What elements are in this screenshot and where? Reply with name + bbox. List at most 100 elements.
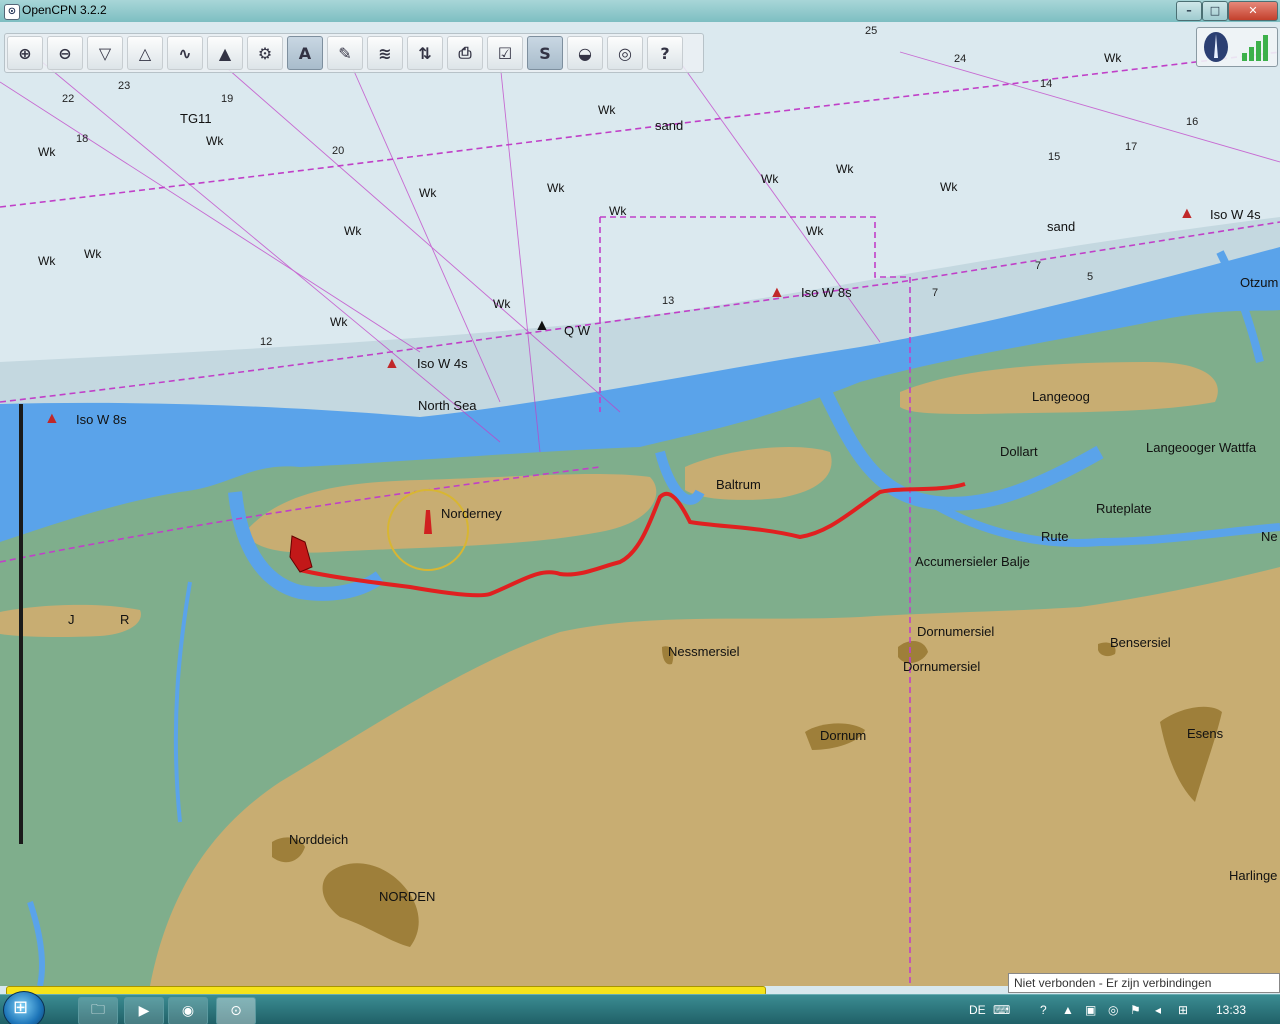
track-button[interactable]: S bbox=[527, 36, 563, 70]
window-title: OpenCPN 3.2.2 bbox=[22, 3, 107, 17]
place-otzum[interactable]: Otzum bbox=[1240, 275, 1278, 290]
sounding: 14 bbox=[1040, 78, 1053, 90]
language-indicator[interactable]: DE bbox=[969, 1003, 986, 1017]
minimize-button[interactable]: – bbox=[1176, 1, 1202, 21]
nautical-chart[interactable] bbox=[0, 22, 1280, 986]
zoom-out-icon: ⊖ bbox=[58, 43, 72, 63]
place-dollart[interactable]: Dollart bbox=[1000, 444, 1038, 459]
opencpn-app-icon[interactable]: ⊙ bbox=[4, 4, 20, 20]
lighthouse-icon[interactable]: ▲ bbox=[1179, 205, 1195, 223]
light-iso-w-8s-center[interactable]: Iso W 8s bbox=[801, 285, 852, 300]
sounding: 7 bbox=[932, 287, 939, 299]
media-player-icon[interactable]: ▶ bbox=[124, 997, 164, 1024]
file-explorer-icon[interactable]: 🗀 bbox=[78, 997, 118, 1024]
route-manager-button[interactable]: ☑ bbox=[487, 36, 523, 70]
buoy-tg11[interactable]: TG11 bbox=[180, 111, 212, 126]
place-bensersiel[interactable]: Bensersiel bbox=[1110, 635, 1171, 650]
wreck-label: Wk bbox=[547, 181, 565, 195]
sounding: 19 bbox=[221, 93, 234, 105]
chart-canvas[interactable]: Norderney Baltrum Langeoog Dollart Lange… bbox=[0, 22, 1280, 986]
text-button[interactable]: A bbox=[287, 36, 323, 70]
place-norddeich[interactable]: Norddeich bbox=[289, 832, 348, 847]
place-harlinger[interactable]: Harlinge bbox=[1229, 868, 1277, 883]
zoom-in-button[interactable]: ⊕ bbox=[7, 36, 43, 70]
close-button[interactable]: ✕ bbox=[1228, 1, 1278, 21]
place-juist-r[interactable]: R bbox=[120, 612, 129, 627]
tray-app-icon[interactable]: ◎ bbox=[1108, 1003, 1118, 1017]
settings-button[interactable]: ⚙ bbox=[247, 36, 283, 70]
sounding: 25 bbox=[865, 25, 878, 37]
auto-follow-button[interactable]: ▲ bbox=[207, 36, 243, 70]
place-langeoog[interactable]: Langeoog bbox=[1032, 389, 1090, 404]
maximize-button[interactable]: □ bbox=[1202, 1, 1228, 21]
place-langeooger-wattfahrwasser[interactable]: Langeooger Wattfa bbox=[1146, 440, 1256, 455]
scale-bar bbox=[19, 404, 23, 844]
current-button[interactable]: ⇅ bbox=[407, 36, 443, 70]
track-icon: S bbox=[539, 43, 551, 63]
mob-icon: ◎ bbox=[618, 43, 632, 63]
sounding: 20 bbox=[332, 145, 345, 157]
place-rute[interactable]: Rute bbox=[1041, 529, 1068, 544]
tray-windows-icon[interactable]: ⊞ bbox=[1178, 1003, 1188, 1017]
wreck-label: Wk bbox=[940, 180, 958, 194]
sunset-button[interactable]: ◒ bbox=[567, 36, 603, 70]
place-north-sea[interactable]: North Sea bbox=[418, 398, 477, 413]
place-dornumersiel-town[interactable]: Dornumersiel bbox=[903, 659, 980, 674]
opencpn-task[interactable]: ⊙ bbox=[216, 997, 256, 1024]
seabed-sand-1: sand bbox=[655, 118, 684, 133]
place-esens[interactable]: Esens bbox=[1187, 726, 1223, 741]
tray-network-icon[interactable]: ▣ bbox=[1085, 1003, 1096, 1017]
place-dornumersiel[interactable]: Dornumersiel bbox=[917, 624, 994, 639]
place-juist[interactable]: J bbox=[68, 612, 75, 627]
mob-button[interactable]: ◎ bbox=[607, 36, 643, 70]
sounding: 23 bbox=[118, 80, 131, 92]
scale-out-button[interactable]: △ bbox=[127, 36, 163, 70]
place-norden[interactable]: NORDEN bbox=[379, 889, 435, 904]
seabed-sand-2: sand bbox=[1047, 219, 1076, 234]
signal-strength-icon[interactable] bbox=[1242, 33, 1270, 61]
start-button[interactable] bbox=[3, 991, 45, 1024]
wreck-label: Wk bbox=[206, 134, 224, 148]
light-iso-w-8s-left[interactable]: Iso W 8s bbox=[76, 412, 127, 427]
tray-flag-icon[interactable]: ⚑ bbox=[1130, 1003, 1141, 1017]
light-iso-w-4s-mid[interactable]: Iso W 4s bbox=[417, 356, 468, 371]
print-button[interactable]: ⎙ bbox=[447, 36, 483, 70]
tide-button[interactable]: ≋ bbox=[367, 36, 403, 70]
route-button[interactable]: ∿ bbox=[167, 36, 203, 70]
volume-icon[interactable]: ◂ bbox=[1155, 1003, 1161, 1017]
help-button[interactable]: ? bbox=[647, 36, 683, 70]
place-accumersieler-balje[interactable]: Accumersieler Balje bbox=[915, 554, 1030, 569]
tray-keyboard-icon[interactable]: ⌨ bbox=[993, 1003, 1010, 1017]
main-toolbar: ⊕ ⊖ ▽ △ ∿ ▲ ⚙ A ✎ ≋ ⇅ ⎙ ☑ S ◒ ◎? bbox=[4, 33, 704, 73]
tray-arrow-icon[interactable]: ▲ bbox=[1062, 1003, 1074, 1017]
clock[interactable]: 13:33 bbox=[1216, 1003, 1246, 1017]
route-manager-icon: ☑ bbox=[497, 43, 513, 63]
zoom-out-button[interactable]: ⊖ bbox=[47, 36, 83, 70]
scale-in-button[interactable]: ▽ bbox=[87, 36, 123, 70]
light-iso-w-4s-right[interactable]: Iso W 4s bbox=[1210, 207, 1261, 222]
sounding: 22 bbox=[62, 93, 75, 105]
gps-status-panel[interactable] bbox=[1196, 27, 1278, 67]
place-nessmersiel[interactable]: Nessmersiel bbox=[668, 644, 740, 659]
tide-icon: ≋ bbox=[378, 43, 392, 63]
sounding: 17 bbox=[1125, 141, 1138, 153]
lighthouse-icon[interactable]: ▲ bbox=[769, 284, 785, 302]
sunset-icon: ◒ bbox=[578, 43, 592, 63]
lighthouse-icon[interactable]: ▲ bbox=[384, 355, 400, 373]
lighthouse-icon[interactable]: ▲ bbox=[44, 410, 60, 428]
wreck-label: Wk bbox=[836, 162, 854, 176]
lighthouse-icon[interactable]: ▲ bbox=[534, 317, 550, 335]
tray-help-icon[interactable]: ? bbox=[1040, 1003, 1047, 1017]
place-ne[interactable]: Ne bbox=[1261, 529, 1278, 544]
zoom-in-icon: ⊕ bbox=[18, 43, 32, 63]
chrome-icon[interactable]: ◉ bbox=[168, 997, 208, 1024]
place-baltrum[interactable]: Baltrum bbox=[716, 477, 761, 492]
place-ruteplate[interactable]: Ruteplate bbox=[1096, 501, 1152, 516]
compass-icon[interactable] bbox=[1204, 32, 1228, 62]
current-tide-button[interactable]: ✎ bbox=[327, 36, 363, 70]
light-q-w[interactable]: Q W bbox=[564, 323, 590, 338]
place-dornum[interactable]: Dornum bbox=[820, 728, 866, 743]
place-norderney[interactable]: Norderney bbox=[441, 506, 502, 521]
route-icon: ∿ bbox=[178, 43, 192, 63]
sounding: 7 bbox=[1035, 260, 1042, 272]
